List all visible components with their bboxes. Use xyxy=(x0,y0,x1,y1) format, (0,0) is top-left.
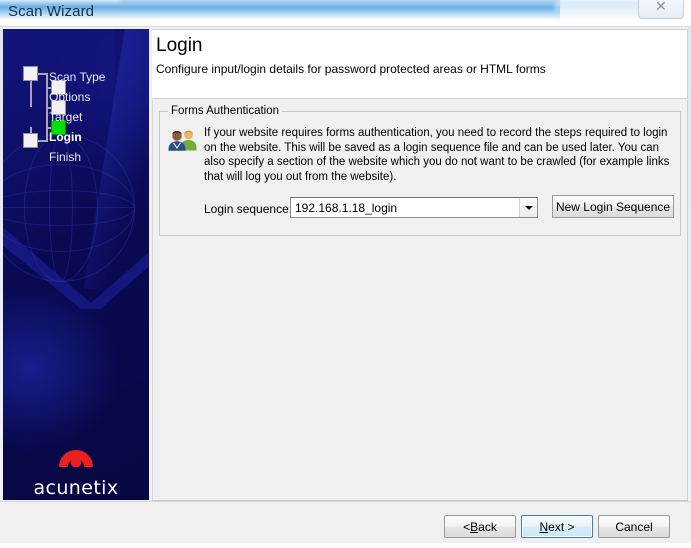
acunetix-arch-logo-icon xyxy=(59,450,93,468)
next-button-accel: N xyxy=(539,519,549,534)
step-node-finish[interactable] xyxy=(23,133,38,148)
page-title: Login xyxy=(156,35,203,56)
login-sequence-row: Login sequence: 192.168.1.18_login New L… xyxy=(160,195,682,223)
new-login-sequence-button[interactable]: New Login Sequence xyxy=(552,195,674,218)
window-title: Scan Wizard xyxy=(8,3,95,20)
back-button-accel: B xyxy=(470,519,479,534)
sidebar-item-login[interactable]: Login xyxy=(49,130,82,144)
login-sequence-value: 192.168.1.18_login xyxy=(295,200,398,215)
acunetix-wordmark: acunetix xyxy=(33,477,119,499)
footer-top-border xyxy=(0,501,691,502)
page-subtitle: Configure input/login details for passwo… xyxy=(156,62,546,76)
wizard-footer: < Back Next > Cancel xyxy=(0,501,691,548)
login-sequence-label: Login sequence: xyxy=(204,202,293,216)
chevron-down-icon xyxy=(524,205,533,210)
login-sequence-dropdown-button[interactable] xyxy=(519,198,537,217)
cancel-button[interactable]: Cancel xyxy=(598,515,670,538)
login-sequence-combobox[interactable]: 192.168.1.18_login xyxy=(290,197,538,218)
wizard-steps: Scan Type Options Target Login Finish xyxy=(3,29,149,169)
window-bottom-border xyxy=(0,543,691,548)
acunetix-logo: acunetix xyxy=(3,441,149,500)
back-button-prefix: < xyxy=(463,519,471,534)
back-button[interactable]: < Back xyxy=(444,515,516,538)
forms-authentication-description: If your website requires forms authentic… xyxy=(204,127,670,183)
title-bar: Scan Wizard ✕ xyxy=(0,0,691,27)
step-node-scan-type[interactable] xyxy=(23,66,38,81)
sidebar-item-finish[interactable]: Finish xyxy=(49,150,81,164)
sidebar-item-scan-type[interactable]: Scan Type xyxy=(49,70,105,84)
title-bar-divider xyxy=(0,26,691,27)
scan-wizard-window: Scan Wizard ✕ Scan Type Options Target L… xyxy=(0,0,691,548)
title-bar-glow-secondary xyxy=(120,0,560,9)
chevron-band-graphic-icon xyxy=(3,229,149,309)
two-users-icon xyxy=(168,130,197,151)
forms-authentication-legend: Forms Authentication xyxy=(168,105,283,117)
close-button[interactable]: ✕ xyxy=(638,0,684,19)
forms-authentication-group: Forms Authentication If your website req… xyxy=(159,105,682,236)
next-button-rest: ext > xyxy=(548,519,575,534)
page-header: Login Configure input/login details for … xyxy=(152,29,688,99)
back-button-rest: ack xyxy=(478,519,497,534)
sidebar-item-target[interactable]: Target xyxy=(49,110,82,124)
wizard-sidebar: Scan Type Options Target Login Finish ac… xyxy=(3,29,149,500)
close-icon: ✕ xyxy=(655,0,667,15)
next-button[interactable]: Next > xyxy=(521,515,593,538)
sidebar-item-options[interactable]: Options xyxy=(49,90,90,104)
page-body: Forms Authentication If your website req… xyxy=(152,100,688,500)
